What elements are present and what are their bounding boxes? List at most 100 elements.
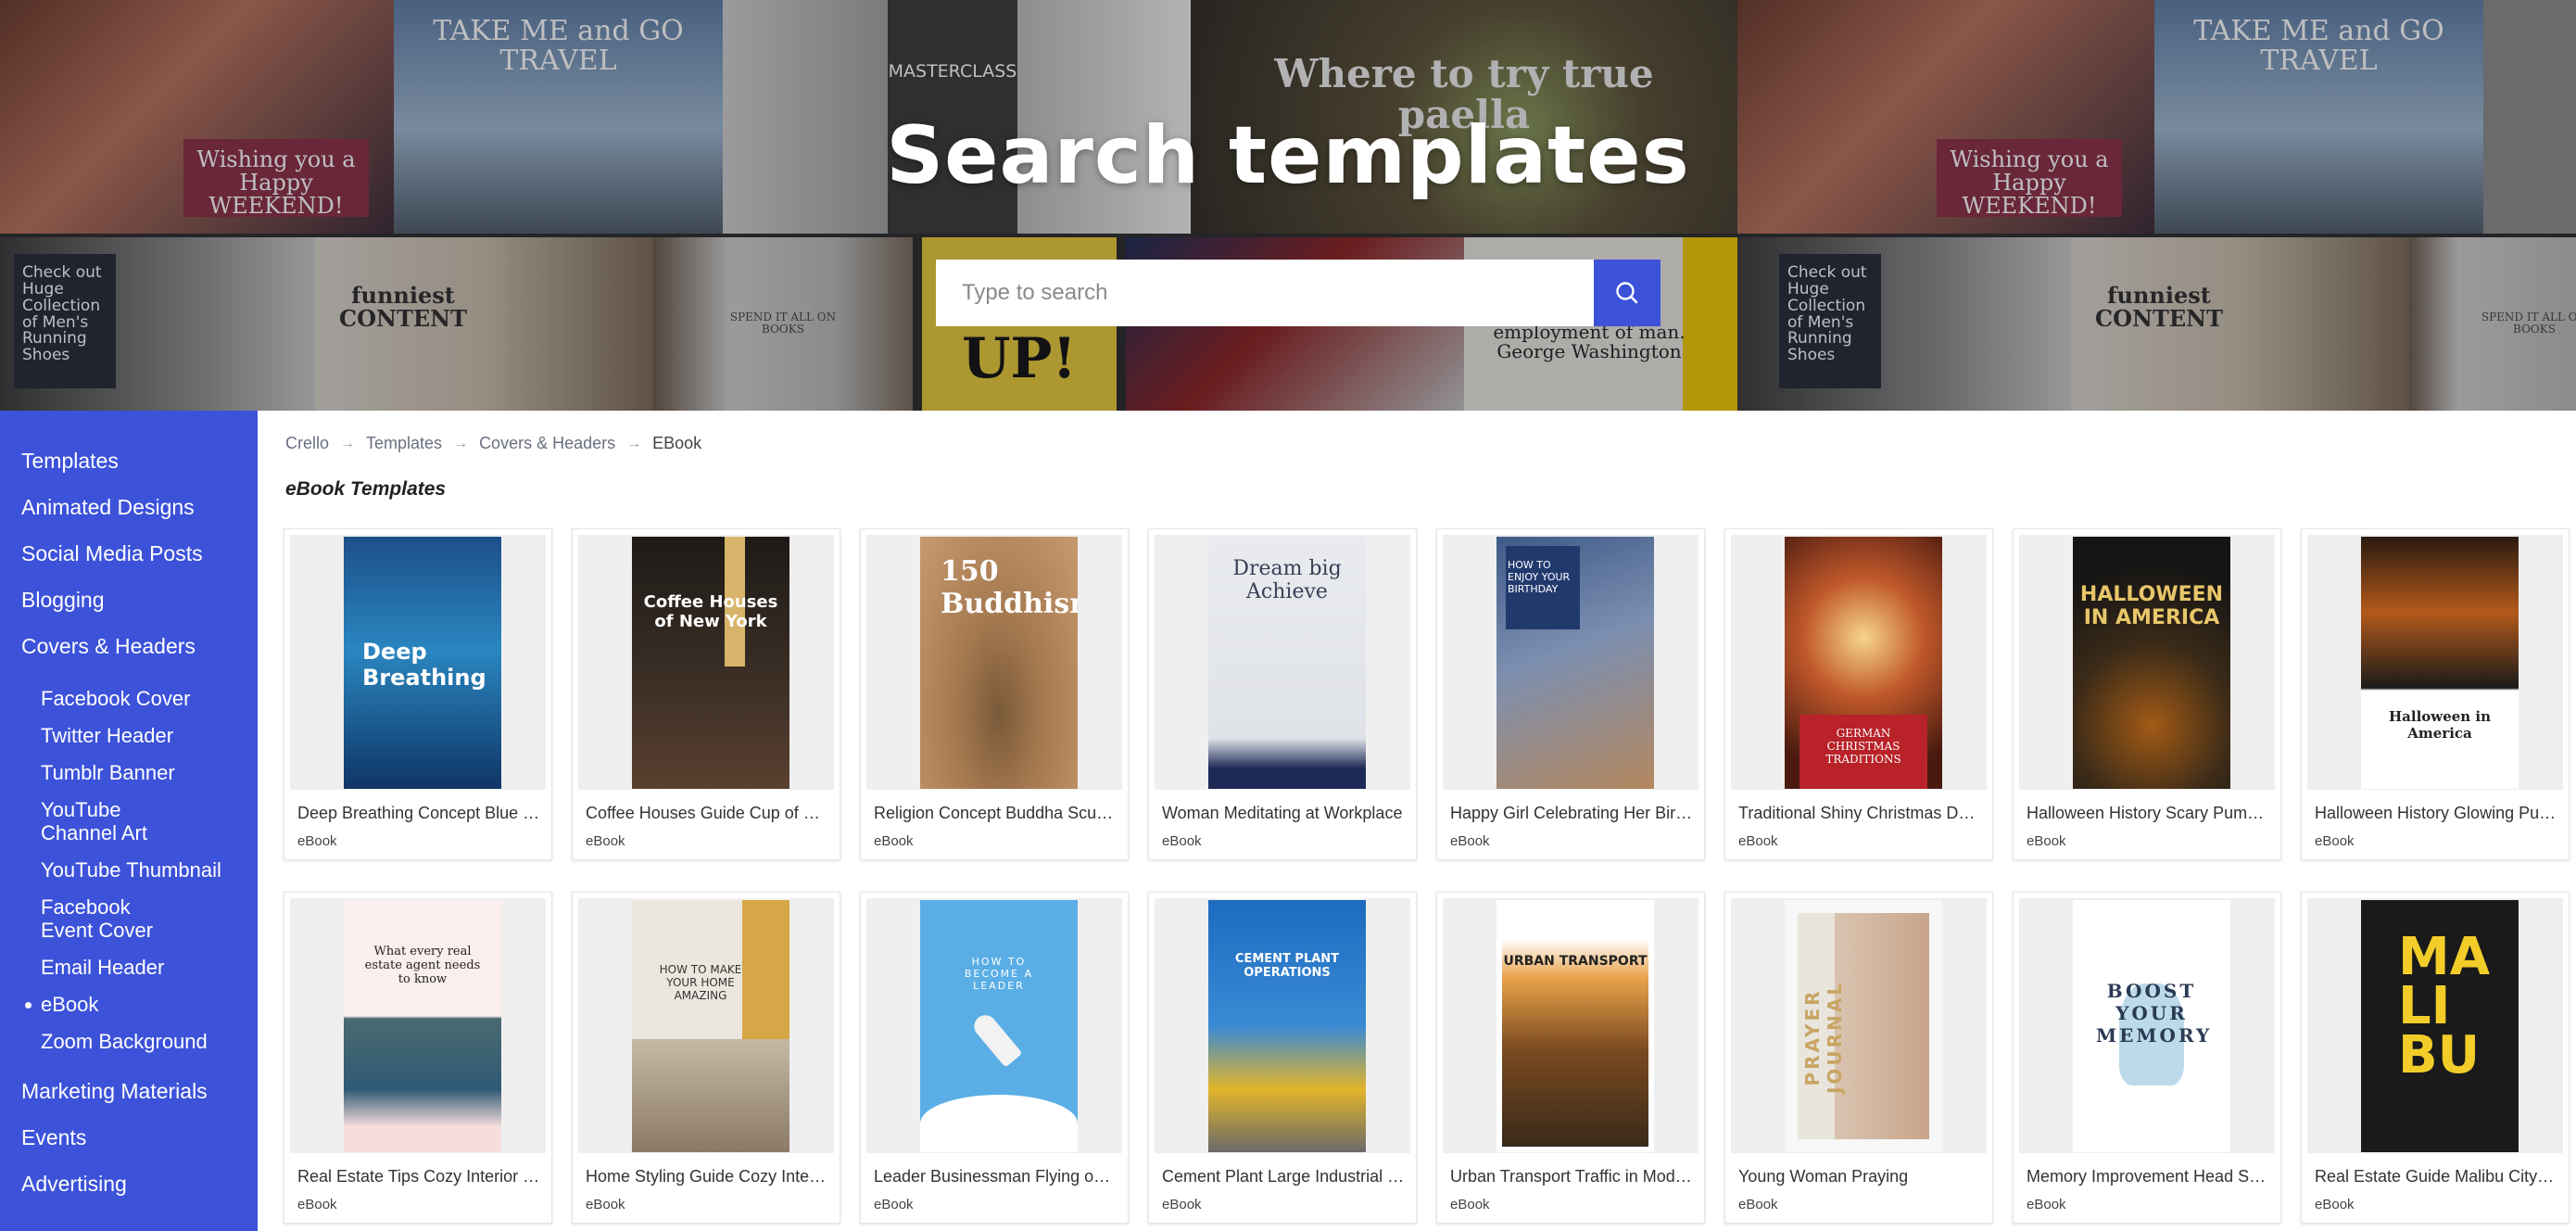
breadcrumb-crello[interactable]: Crello — [285, 434, 329, 453]
template-card[interactable]: Halloween in America Halloween History G… — [2301, 528, 2570, 860]
template-card[interactable]: BOOST YOUR MEMORY Memory Improvement Hea… — [2013, 892, 2281, 1224]
sidebar-subitem-facebook-cover[interactable]: Facebook Cover — [0, 687, 258, 710]
template-type: eBook — [1162, 833, 1202, 849]
sidebar-item-animated-designs[interactable]: Animated Designs — [0, 485, 258, 531]
template-card[interactable]: What every real estate agent needs to kn… — [284, 892, 552, 1224]
sidebar-subitem-twitter-header[interactable]: Twitter Header — [0, 724, 258, 747]
template-title: Coffee Houses Guide Cup of Hot Coffee — [586, 804, 828, 822]
page-title: eBook Templates — [285, 478, 447, 500]
cover-text: BOOST YOUR MEMORY — [2096, 980, 2213, 1047]
search-input[interactable] — [936, 260, 1594, 326]
template-title: Deep Breathing Concept Blue Sea Water — [297, 804, 540, 822]
template-thumbnail: MA LI BU — [2361, 900, 2519, 1152]
tile-text: funniest CONTENT — [2095, 282, 2223, 333]
sidebar-subitem-youtube-thumbnail[interactable]: YouTube Thumbnail — [0, 858, 258, 882]
template-card[interactable]: 150 Buddhism Religion Concept Buddha Scu… — [860, 528, 1129, 860]
tile-text: TAKE ME and GO TRAVEL — [2193, 15, 2444, 77]
sidebar-item-advertising[interactable]: Advertising — [0, 1161, 258, 1208]
tile-text: employment of man. George Washington — [1493, 321, 1686, 362]
template-card[interactable]: HOW TO MAKE YOUR HOME AMAZING Home Styli… — [572, 892, 840, 1224]
template-card[interactable]: Coffee Houses of New York Coffee Houses … — [572, 528, 840, 860]
template-title: Urban Transport Traffic in Modern City — [1450, 1167, 1693, 1186]
template-card[interactable]: Deep Breathing Deep Breathing Concept Bl… — [284, 528, 552, 860]
template-title: Young Woman Praying — [1738, 1167, 1909, 1186]
template-thumbnail: What every real estate agent needs to kn… — [344, 900, 501, 1152]
template-card[interactable]: HALLOWEEN IN AMERICA Halloween History S… — [2013, 528, 2281, 860]
template-card[interactable]: CEMENT PLANT OPERATIONS Cement Plant Lar… — [1148, 892, 1417, 1224]
template-card[interactable]: URBAN TRANSPORT Urban Transport Traffic … — [1436, 892, 1705, 1224]
template-thumbnail: Coffee Houses of New York — [632, 537, 789, 789]
template-card[interactable]: HOW TO ENJOY YOUR BIRTHDAY Happy Girl Ce… — [1436, 528, 1705, 860]
template-title: Real Estate Tips Cozy Interior in Living… — [297, 1167, 540, 1186]
template-type: eBook — [1738, 1197, 1778, 1212]
template-thumbnail: Dream big Achieve — [1208, 537, 1366, 789]
template-thumbnail: Deep Breathing — [344, 537, 501, 789]
sidebar-subitem-youtube-channel-art[interactable]: YouTube Channel Art — [0, 798, 195, 844]
template-thumbnail: GERMAN CHRISTMAS TRADITIONS — [1785, 537, 1942, 789]
template-type: eBook — [1738, 833, 1778, 849]
breadcrumb: Crello → Templates → Covers & Headers → … — [285, 434, 701, 453]
template-title: Happy Girl Celebrating Her Birthday — [1450, 804, 1693, 822]
template-thumbnail: 150 Buddhism — [920, 537, 1078, 789]
sidebar-item-social-media-posts[interactable]: Social Media Posts — [0, 531, 258, 577]
tile-text: UP! — [962, 326, 1077, 391]
template-type: eBook — [2315, 833, 2355, 849]
template-title: Memory Improvement Head Silhouette — [2027, 1167, 2269, 1186]
template-card[interactable]: MA LI BU Real Estate Guide Malibu City V… — [2301, 892, 2570, 1224]
template-card[interactable]: GERMAN CHRISTMAS TRADITIONS Traditional … — [1724, 528, 1993, 860]
template-type: eBook — [586, 833, 625, 849]
template-type: eBook — [1450, 1197, 1490, 1212]
cover-text: URBAN TRANSPORT — [1503, 954, 1648, 969]
cover-text: Deep Breathing — [362, 639, 486, 691]
sidebar-subitem-facebook-event-cover[interactable]: Facebook Event Cover — [0, 895, 185, 942]
cover-text: MA LI BU — [2398, 927, 2491, 1086]
template-title: Real Estate Guide Malibu City View — [2315, 1167, 2557, 1186]
template-title: Halloween History Scary Pumpkin — [2027, 804, 2269, 822]
sidebar-item-templates[interactable]: Templates — [0, 438, 258, 485]
sidebar-subitem-ebook[interactable]: eBook — [0, 993, 258, 1016]
sidebar-item-events[interactable]: Events — [0, 1115, 258, 1161]
breadcrumb-current: EBook — [652, 434, 702, 452]
template-card[interactable]: PRAYER JOURNAL Young Woman Praying eBook — [1724, 892, 1993, 1224]
sidebar-item-blogging[interactable]: Blogging — [0, 577, 258, 624]
sidebar-subitems: Facebook Cover Twitter Header Tumblr Ban… — [0, 670, 258, 1069]
template-title: Traditional Shiny Christmas Decorations — [1738, 804, 1981, 822]
cover-text: PRAYER JOURNAL — [1801, 980, 1846, 1095]
template-type: eBook — [874, 1197, 914, 1212]
sidebar-item-marketing-materials[interactable]: Marketing Materials — [0, 1069, 258, 1115]
template-type: eBook — [2027, 833, 2066, 849]
template-thumbnail: URBAN TRANSPORT — [1496, 900, 1654, 1152]
cover-text: HOW TO BECOME A LEADER — [964, 956, 1034, 992]
template-type: eBook — [586, 1197, 625, 1212]
cover-text: HOW TO ENJOY YOUR BIRTHDAY — [1508, 559, 1571, 595]
tile-text: funniest CONTENT — [339, 282, 467, 333]
hero-title: Search templates — [886, 109, 1690, 202]
template-title: Leader Businessman Flying on Rocket — [874, 1167, 1117, 1186]
template-thumbnail: PRAYER JOURNAL — [1785, 900, 1942, 1152]
template-card[interactable]: Dream big Achieve Woman Meditating at Wo… — [1148, 528, 1417, 860]
search-button[interactable] — [1594, 260, 1661, 326]
hero-tile-shoes-2: Check out Huge Collection of Men's Runni… — [1737, 237, 2071, 411]
cover-text: Dream big Achieve — [1232, 557, 1342, 603]
template-thumbnail: CEMENT PLANT OPERATIONS — [1208, 900, 1366, 1152]
sidebar-subitem-zoom-background[interactable]: Zoom Background — [0, 1030, 258, 1053]
template-thumbnail: HALLOWEEN IN AMERICA — [2073, 537, 2230, 789]
template-card[interactable]: HOW TO BECOME A LEADER Leader Businessma… — [860, 892, 1129, 1224]
sidebar-item-covers-headers[interactable]: Covers & Headers — [0, 624, 258, 670]
template-title: Religion Concept Buddha Sculpture — [874, 804, 1117, 822]
sidebar-subitem-email-header[interactable]: Email Header — [0, 956, 258, 979]
tile-text: TAKE ME and GO TRAVEL — [433, 15, 684, 77]
cover-text: HOW TO MAKE YOUR HOME AMAZING — [659, 963, 742, 1002]
tile-text: MASTERCLASS — [888, 61, 1017, 82]
template-title: Home Styling Guide Cozy Interior — [586, 1167, 828, 1186]
cover-text: Coffee Houses of New York — [643, 592, 778, 631]
breadcrumb-templates[interactable]: Templates — [366, 434, 442, 453]
tile-text: Check out Huge Collection of Men's Runni… — [22, 263, 102, 365]
cover-text: CEMENT PLANT OPERATIONS — [1234, 952, 1340, 980]
sidebar-subitem-tumblr-banner[interactable]: Tumblr Banner — [0, 761, 258, 784]
tile-text: Check out Huge Collection of Men's Runni… — [1787, 263, 1867, 365]
template-type: eBook — [297, 1197, 337, 1212]
cover-text: What every real estate agent needs to kn… — [364, 945, 481, 986]
template-thumbnail: BOOST YOUR MEMORY — [2073, 900, 2230, 1152]
breadcrumb-covers-headers[interactable]: Covers & Headers — [479, 434, 615, 453]
